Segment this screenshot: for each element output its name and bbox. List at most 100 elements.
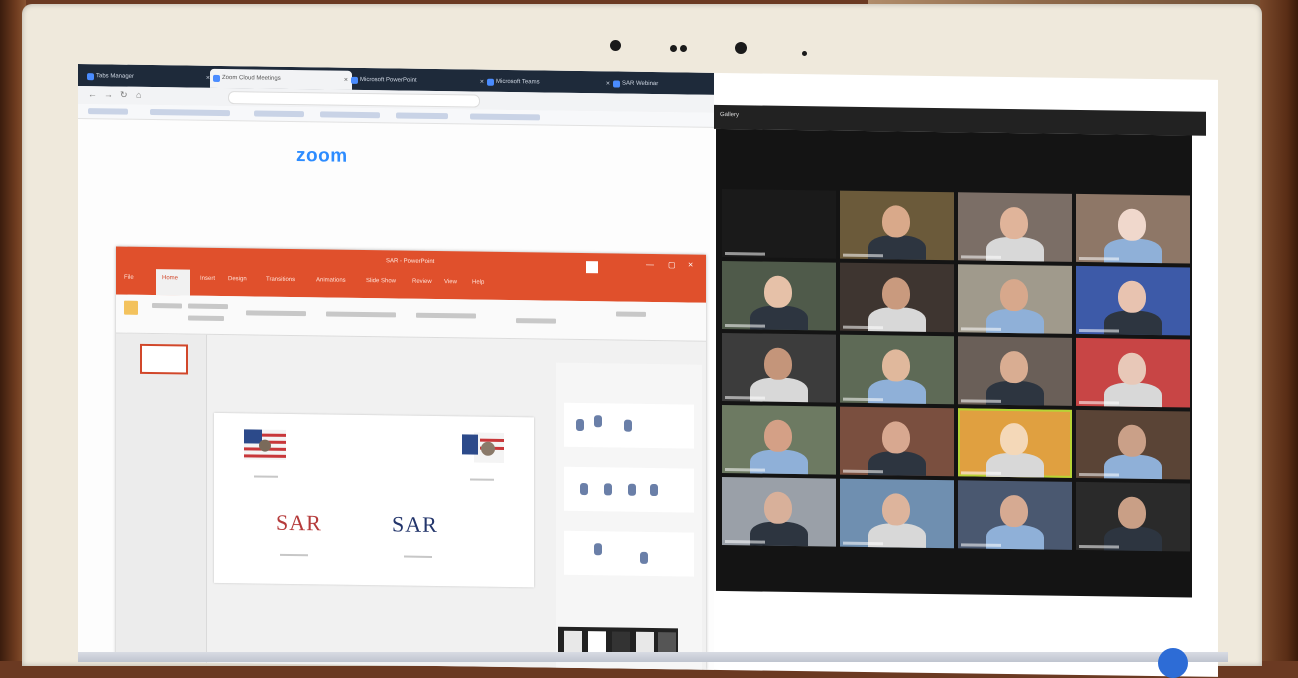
participant-video-tile[interactable]: [722, 476, 836, 547]
slide-canvas[interactable]: SAR SAR: [214, 412, 534, 588]
design-glyph: [640, 551, 648, 564]
bookmark-item[interactable]: [254, 110, 304, 118]
participant-name-tag: [725, 252, 765, 256]
video-gallery: [716, 128, 1192, 598]
participant-video-tile[interactable]: [722, 332, 836, 403]
account-avatar[interactable]: [586, 261, 598, 274]
participant-video-tile[interactable]: [722, 404, 836, 475]
participant-video-tile[interactable]: [1076, 409, 1190, 480]
ribbon-tab-file[interactable]: File: [124, 275, 134, 281]
participant-name-tag: [843, 541, 883, 546]
bookmark-item[interactable]: [150, 109, 230, 117]
filmstrip-frame: [658, 632, 676, 655]
participant-face: [882, 277, 910, 310]
ribbon-control[interactable]: [516, 318, 556, 324]
participant-video-tile[interactable]: [1076, 481, 1190, 552]
bookmark-item[interactable]: [88, 108, 128, 115]
close-icon[interactable]: ×: [688, 260, 693, 270]
design-idea[interactable]: [564, 466, 694, 513]
participant-name-tag: [961, 399, 1001, 403]
wall-right: [1260, 0, 1298, 661]
ribbon-control[interactable]: [188, 315, 224, 322]
bookmark-item[interactable]: [470, 113, 540, 121]
participant-face: [1118, 424, 1146, 457]
zoom-meeting-window: Gallery: [714, 104, 1210, 672]
participant-video-tile[interactable]: [840, 334, 954, 405]
participant-video-tile[interactable]: [958, 480, 1072, 550]
forward-icon[interactable]: →: [104, 89, 113, 99]
sar-logo-text: SAR: [392, 511, 438, 538]
participant-video-tile[interactable]: [958, 336, 1072, 406]
ribbon-control[interactable]: [416, 312, 476, 319]
maximize-icon[interactable]: ▢: [668, 260, 676, 269]
participant-name-tag: [1079, 256, 1119, 261]
logo-caption: [254, 475, 278, 478]
filmstrip-frame: [636, 631, 654, 655]
ribbon-tab-insert[interactable]: Insert: [200, 276, 215, 282]
ribbon-tab-design[interactable]: Design: [228, 276, 247, 282]
participant-name-tag: [725, 468, 765, 472]
paste-icon[interactable]: [124, 300, 138, 315]
tab-favicon-icon: [487, 78, 494, 86]
participant-name-tag: [843, 469, 883, 474]
help-icon[interactable]: [1158, 648, 1188, 678]
participant-video-tile[interactable]: [840, 190, 954, 261]
participant-video-tile[interactable]: [1076, 193, 1190, 264]
ribbon-control[interactable]: [152, 303, 182, 309]
design-glyph: [624, 419, 632, 432]
design-glyph: [604, 483, 612, 496]
participant-face: [882, 205, 910, 238]
participant-face: [882, 349, 910, 382]
ribbon-tab-slideshow[interactable]: Slide Show: [366, 278, 396, 284]
participant-video-tile[interactable]: [958, 264, 1072, 334]
bookmark-item[interactable]: [396, 112, 448, 120]
ribbon-control[interactable]: [246, 310, 306, 317]
reload-icon[interactable]: ↻: [120, 90, 128, 101]
participant-name-tag: [843, 325, 883, 330]
participant-video-tile[interactable]: [958, 192, 1072, 262]
participant-video-tile[interactable]: [1076, 337, 1190, 408]
ribbon-tab-transitions[interactable]: Transitions: [266, 277, 295, 283]
ribbon-tab-home[interactable]: Home: [162, 275, 178, 281]
participant-face: [1000, 494, 1028, 528]
design-idea[interactable]: [564, 402, 694, 449]
design-idea[interactable]: [564, 530, 694, 577]
ribbon-control[interactable]: [616, 311, 646, 317]
browser-tab[interactable]: SAR Webinar: [610, 74, 722, 95]
participant-name-tag: [961, 471, 1001, 475]
ribbon-tab-help[interactable]: Help: [472, 280, 484, 286]
participant-name-tag: [1079, 328, 1119, 333]
back-icon[interactable]: ←: [88, 89, 97, 99]
slide-thumbnail[interactable]: [140, 343, 188, 375]
participant-video-tile[interactable]: [840, 262, 954, 333]
participant-name-tag: [725, 396, 765, 400]
participant-video-tile[interactable]: [722, 188, 836, 259]
ribbon-tab-review[interactable]: Review: [412, 279, 432, 285]
participant-video-tile[interactable]: [1076, 265, 1190, 336]
browser-tab[interactable]: Microsoft Teams ×: [484, 73, 614, 94]
bookmark-item[interactable]: [320, 111, 380, 119]
tab-favicon-icon: [613, 80, 620, 88]
participant-video-tile[interactable]: [722, 260, 836, 331]
minimize-icon[interactable]: —: [646, 260, 654, 269]
browser-tab[interactable]: Tabs Manager ×: [84, 67, 214, 88]
participant-name-tag: [1079, 544, 1119, 549]
design-glyph: [594, 543, 602, 556]
participant-face: [764, 275, 792, 308]
ribbon-control[interactable]: [188, 303, 228, 310]
participant-video-tile[interactable]: [958, 408, 1072, 478]
sar-logo-text: SAR: [276, 509, 322, 536]
ribbon-tab-view[interactable]: View: [444, 279, 457, 285]
gallery-view-label[interactable]: Gallery: [720, 112, 739, 118]
design-glyph: [576, 418, 584, 432]
filmstrip-frame: [612, 631, 630, 654]
browser-tab[interactable]: Microsoft PowerPoint ×: [348, 71, 488, 92]
home-icon[interactable]: ⌂: [136, 90, 141, 100]
ribbon-tab-animations[interactable]: Animations: [316, 277, 346, 283]
tab-label: Zoom Cloud Meetings: [222, 75, 281, 82]
participant-video-tile[interactable]: [840, 478, 954, 549]
ribbon-control[interactable]: [326, 311, 396, 318]
participant-name-tag: [961, 255, 1001, 259]
browser-tab-active[interactable]: Zoom Cloud Meetings ×: [210, 68, 352, 90]
participant-video-tile[interactable]: [840, 406, 954, 477]
